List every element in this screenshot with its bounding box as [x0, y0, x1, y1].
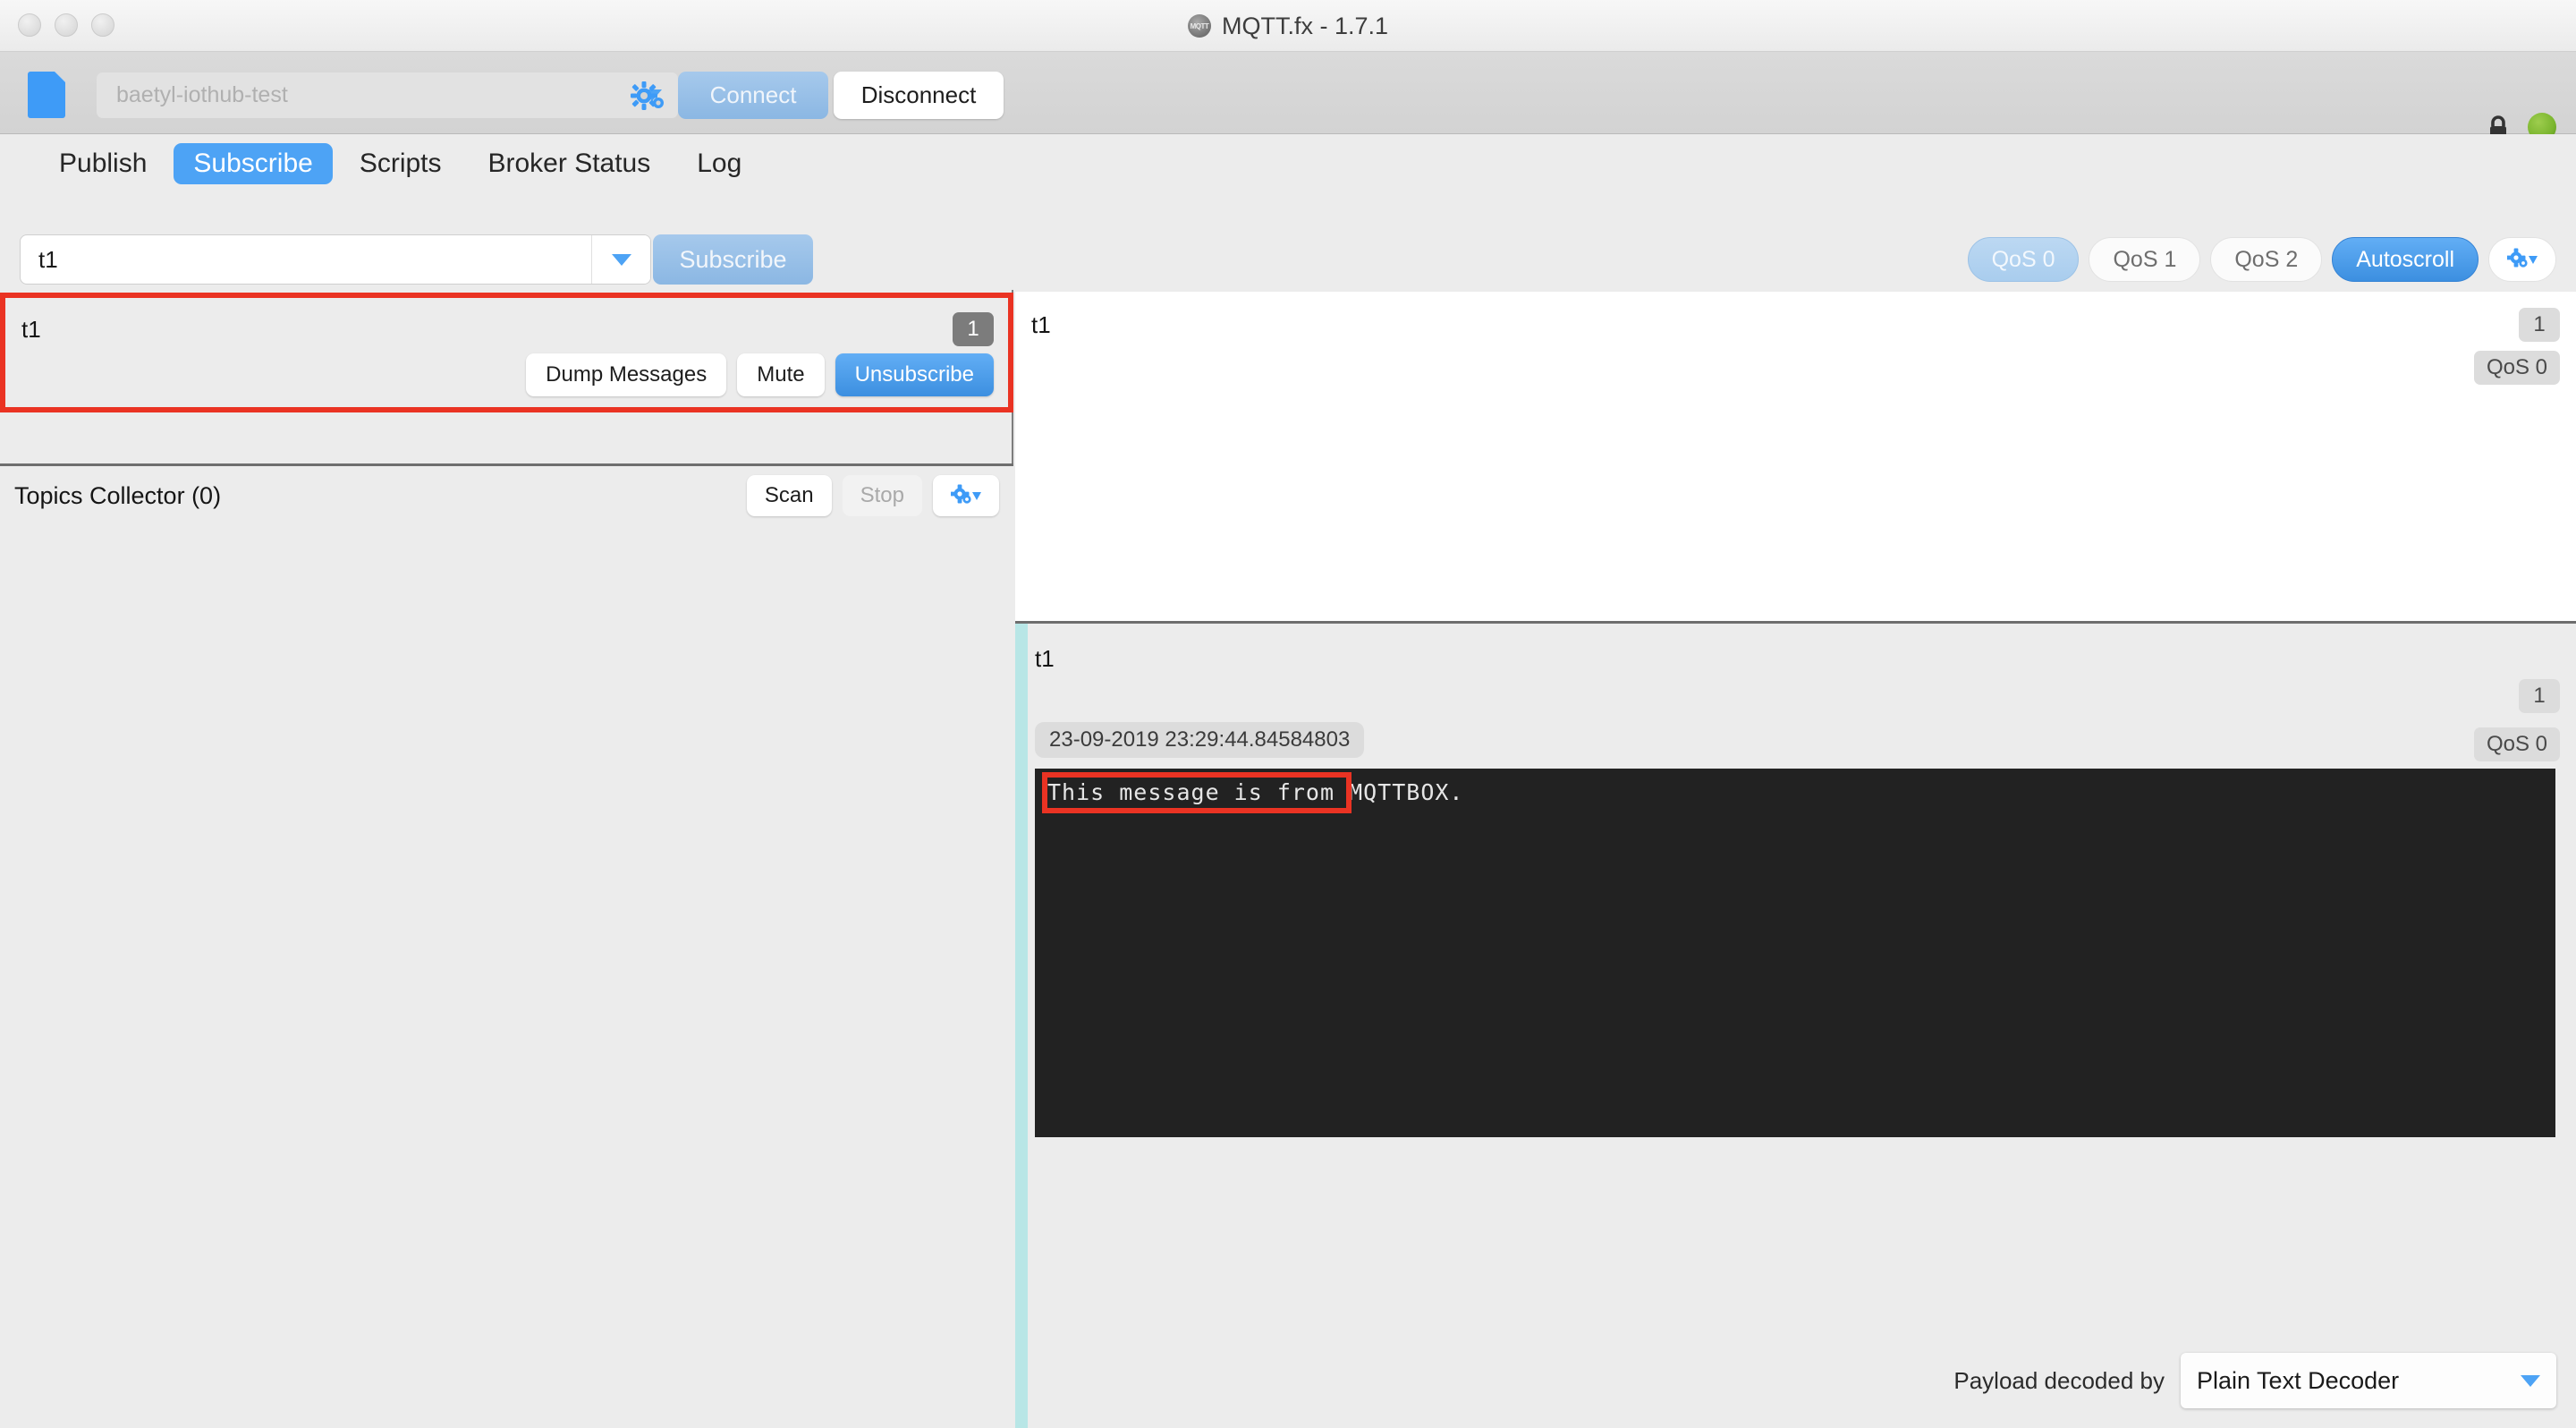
- topics-collector-header: Topics Collector (0) Scan Stop: [0, 466, 1013, 525]
- subscription-message-count: 1: [953, 312, 994, 346]
- window-titlebar: MQTT MQTT.fx - 1.7.1: [0, 0, 2576, 52]
- subscribe-button[interactable]: Subscribe: [653, 234, 813, 285]
- window-title: MQTT.fx - 1.7.1: [1221, 12, 1389, 39]
- topics-collector-options-button[interactable]: [933, 475, 999, 516]
- detail-timestamp: 23-09-2019 23:29:44.84584803: [1035, 722, 1365, 758]
- message-row-qos: QoS 0: [2473, 351, 2560, 385]
- chevron-down-icon: [2521, 1374, 2540, 1387]
- message-row-topic: t1: [1031, 311, 1051, 338]
- mute-button[interactable]: Mute: [737, 353, 825, 396]
- topic-input[interactable]: t1: [20, 234, 651, 285]
- message-list: t1 1 QoS 0: [1015, 292, 2576, 625]
- topics-collector-actions: Scan Stop: [746, 475, 999, 516]
- payload-decoder-row: Payload decoded by Plain Text Decoder: [1953, 1353, 2556, 1408]
- topics-collector-title: Topics Collector (0): [14, 481, 222, 509]
- detail-topic: t1: [1035, 645, 1055, 672]
- topics-collector-panel: Topics Collector (0) Scan Stop: [0, 463, 1013, 1428]
- connect-button-label: Connect: [709, 81, 797, 108]
- disconnect-button-label: Disconnect: [860, 81, 977, 108]
- gear-dropdown-icon: [951, 484, 981, 504]
- detail-qos: QoS 0: [2473, 727, 2560, 761]
- autoscroll-toggle[interactable]: Autoscroll: [2332, 237, 2479, 282]
- payload-decoder-value: Plain Text Decoder: [2197, 1366, 2400, 1394]
- subscription-actions: Dump Messages Mute Unsubscribe: [526, 353, 994, 396]
- message-detail-panel: t1 1 QoS 0 23-09-2019 23:29:44.84584803 …: [1015, 621, 2576, 1428]
- qos-1-button[interactable]: QoS 1: [2089, 237, 2201, 282]
- connection-toolbar: baetyl-iothub-test Connect Disconnect: [0, 52, 2576, 141]
- topic-input-value: t1: [38, 245, 58, 273]
- payload-viewer[interactable]: This message is from MQTTBOX.: [1035, 769, 2555, 1137]
- file-icon: [28, 72, 65, 118]
- payload-decoder-select[interactable]: Plain Text Decoder: [2181, 1353, 2556, 1408]
- disconnect-button[interactable]: Disconnect: [834, 72, 1004, 119]
- chevron-down-icon: [611, 253, 631, 266]
- detail-accent-bar: [1015, 624, 1028, 1428]
- tab-broker-status[interactable]: Broker Status: [469, 143, 671, 184]
- connection-settings-gear-icon[interactable]: [630, 79, 667, 113]
- stop-button[interactable]: Stop: [842, 475, 922, 516]
- topic-history-dropdown[interactable]: [591, 235, 650, 284]
- gear-dropdown-icon: [2507, 248, 2538, 268]
- scan-button[interactable]: Scan: [746, 475, 832, 516]
- message-row-index: 1: [2519, 308, 2560, 342]
- payload-decoder-label: Payload decoded by: [1953, 1366, 2165, 1394]
- qos-and-options-group: QoS 0 QoS 1 QoS 2 Autoscroll: [1967, 237, 2556, 282]
- subscription-topic: t1: [21, 316, 41, 343]
- payload-text: This message is from MQTTBOX.: [1047, 779, 1464, 805]
- tab-scripts[interactable]: Scripts: [340, 143, 462, 184]
- app-logo-icon: MQTT: [1187, 14, 1211, 38]
- tab-subscribe[interactable]: Subscribe: [174, 143, 333, 184]
- connection-profile-select[interactable]: baetyl-iothub-test: [97, 72, 678, 118]
- tab-publish[interactable]: Publish: [39, 143, 166, 184]
- tab-log[interactable]: Log: [677, 143, 761, 184]
- qos-2-button[interactable]: QoS 2: [2210, 237, 2323, 282]
- subscriptions-pane: t1 1 Dump Messages Mute Unsubscribe Topi…: [0, 290, 1013, 1428]
- connection-profile-value: baetyl-iothub-test: [116, 82, 288, 107]
- subscription-card[interactable]: t1 1 Dump Messages Mute Unsubscribe: [3, 295, 1011, 410]
- qos-0-button[interactable]: QoS 0: [1967, 237, 2080, 282]
- detail-index: 1: [2519, 679, 2560, 713]
- subscribe-options-button[interactable]: [2488, 237, 2556, 282]
- dump-messages-button[interactable]: Dump Messages: [526, 353, 727, 396]
- unsubscribe-button[interactable]: Unsubscribe: [835, 353, 994, 396]
- subscribe-button-label: Subscribe: [679, 245, 787, 273]
- connect-button[interactable]: Connect: [678, 72, 828, 119]
- messages-pane: t1 1 QoS 0 t1 1 QoS 0 23-09-2019 23:29:4…: [1015, 290, 2576, 1428]
- main-tab-bar: Publish Subscribe Scripts Broker Status …: [0, 134, 2576, 193]
- window-title-group: MQTT MQTT.fx - 1.7.1: [0, 0, 2576, 52]
